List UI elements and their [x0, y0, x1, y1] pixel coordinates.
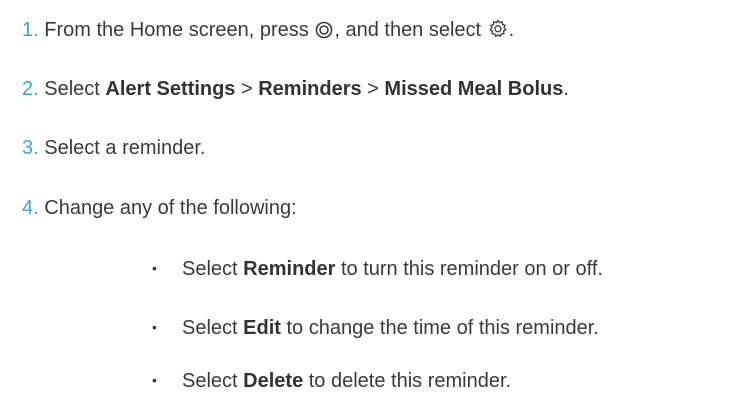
step-3: 3. Select a reminder. — [22, 135, 205, 161]
step-4: 4. Change any of the following: — [22, 195, 297, 221]
bullet-text: to delete this reminder. — [303, 370, 512, 392]
step-number: 3. — [22, 137, 39, 159]
step-number: 4. — [22, 197, 39, 219]
bullet-item-reminder: • Select Reminder to turn this reminder o… — [152, 255, 603, 282]
step-1: 1. From the Home screen, press , and the… — [22, 17, 514, 46]
bullet-item-edit: • Select Edit to change the time of this … — [152, 314, 599, 341]
bullet-keyword: Reminder — [243, 258, 336, 280]
step-text: From the Home screen, press — [44, 19, 315, 41]
bullet-text: Select — [182, 370, 244, 392]
step-text: Change any of the following: — [44, 197, 297, 219]
step-number: 1. — [22, 19, 39, 41]
menu-button-icon — [315, 20, 333, 46]
path-separator: > — [235, 78, 259, 100]
instruction-document: 1. From the Home screen, press , and the… — [0, 0, 732, 392]
menu-path-missed-meal-bolus: Missed Meal Bolus — [384, 78, 564, 100]
menu-path-reminders: Reminders — [258, 78, 362, 100]
step-text: . — [508, 19, 515, 41]
bullet-marker: • — [152, 372, 157, 388]
bullet-keyword: Delete — [243, 370, 304, 392]
step-text: . — [563, 78, 569, 100]
step-text: , and then select — [334, 19, 487, 41]
step-2: 2. Select Alert Settings > Reminders > M… — [22, 76, 569, 102]
bullet-text: to change the time of this reminder. — [280, 317, 599, 339]
step-text: Select a reminder. — [44, 137, 206, 159]
bullet-text: Select — [182, 317, 244, 339]
bullet-item-delete: • Select Delete to delete this reminder. — [152, 367, 511, 394]
bullet-marker: • — [152, 319, 157, 335]
bullet-keyword: Edit — [243, 317, 281, 339]
bullet-text: to turn this reminder on or off. — [335, 258, 603, 280]
bullet-marker: • — [152, 260, 157, 276]
menu-path-alert-settings: Alert Settings — [105, 78, 236, 100]
path-separator: > — [361, 78, 385, 100]
step-number: 2. — [22, 78, 39, 100]
step-text: Select — [44, 78, 106, 100]
bullet-text: Select — [182, 258, 244, 280]
settings-gear-icon — [488, 19, 508, 46]
